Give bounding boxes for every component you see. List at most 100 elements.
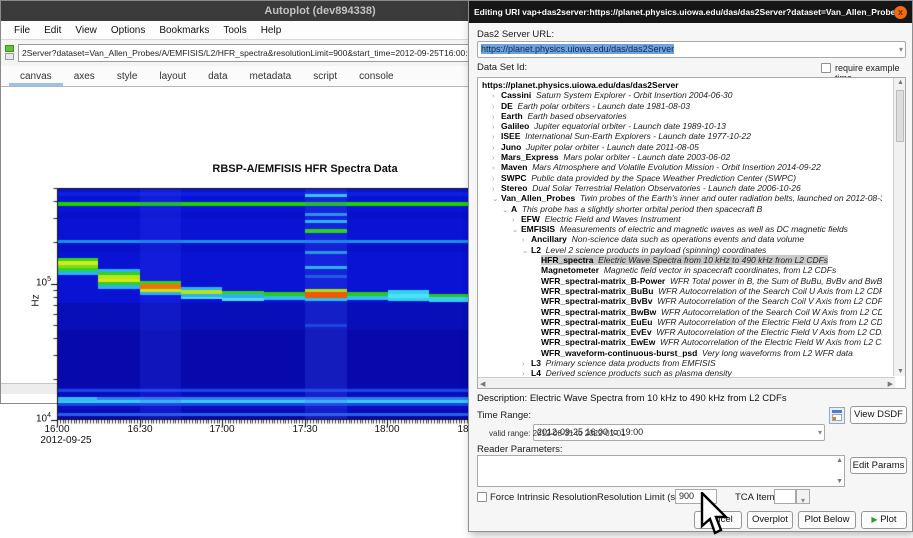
tree-item-wfr-spectral-matrix-bvbv[interactable]: WFR_spectral-matrix_BvBv WFR Autocorrela… [478,296,882,306]
tree-item-wfr-spectral-matrix-eueu[interactable]: WFR_spectral-matrix_EuEu WFR Autocorrela… [478,317,882,327]
menu-help[interactable]: Help [254,25,289,36]
expanded-arrow-icon[interactable]: ⌄ [512,225,521,234]
tree-item-swpc[interactable]: ›SWPC Public data provided by the Space … [478,173,882,183]
tree-item-wfr-spectral-matrix-evev[interactable]: WFR_spectral-matrix_EvEv WFR Autocorrela… [478,327,882,337]
menu-options[interactable]: Options [104,25,152,36]
scroll-right-icon[interactable]: ▶ [888,380,893,388]
tree-item-name: DE [501,101,513,111]
tree-item-efw[interactable]: ›EFW Electric Field and Waves Instrument [478,214,882,224]
menu-bookmarks[interactable]: Bookmarks [152,25,216,36]
tab-axes[interactable]: axes [63,68,106,86]
menu-edit[interactable]: Edit [37,25,68,36]
tree-item-stereo[interactable]: ›Stereo Dual Solar Terrestrial Relation … [478,183,882,193]
tree-item-earth[interactable]: ›Earth Earth based observatories [478,111,882,121]
tree-item-maven[interactable]: ›Maven Mars Atmosphere and Volatile Evol… [478,162,882,172]
tree-item-name: L3 [531,358,541,368]
expanded-arrow-icon[interactable]: ⌄ [522,246,531,255]
x-tick-label: 16:00 [44,424,69,435]
tree-item-name: https://planet.physics.uiowa.edu/das/das… [482,80,679,90]
tree-item-name: WFR_spectral-matrix_EuEu [541,317,652,327]
y-tick-label: 104 [36,412,51,424]
collapsed-arrow-icon[interactable]: › [492,132,501,141]
collapsed-arrow-icon[interactable]: › [492,184,501,193]
tree-item-mars-express[interactable]: ›Mars_Express Mars polar orbiter - Launc… [478,152,882,162]
tree-item-de[interactable]: ›DE Earth polar orbiters - Launch date 1… [478,101,882,111]
tree-vertical-scrollbar[interactable]: ▲ ▼ [893,78,905,376]
view-dsdf-button[interactable]: View DSDF [850,406,907,424]
collapsed-arrow-icon[interactable]: › [492,153,501,162]
scroll-up-icon[interactable]: ▲ [836,457,843,464]
tree-item-wfr-waveform-continuous-burst-psd[interactable]: WFR_waveform-continuous-burst_psd Very l… [478,348,882,358]
tree-item-wfr-spectral-matrix-ewew[interactable]: WFR_spectral-matrix_EwEw WFR Autocorrela… [478,337,882,347]
tree-item-https-planet-physics-uiowa-edu-das-das2server[interactable]: https://planet.physics.uiowa.edu/das/das… [478,80,882,90]
tree-item-a[interactable]: ⌄A This probe has a slightly shorter orb… [478,204,882,214]
menu-view[interactable]: View [68,25,104,36]
tree-item-cassini[interactable]: ›Cassini Saturn System Explorer - Orbit … [478,90,882,100]
collapsed-arrow-icon[interactable]: › [512,215,521,224]
tab-canvas[interactable]: canvas [9,68,63,86]
scrollbar-thumb[interactable] [896,90,904,142]
tree-item-galileo[interactable]: ›Galileo Jupiter equatorial orbiter - La… [478,121,882,131]
tree-item-isee[interactable]: ›ISEE International Sun-Earth Explorers … [478,131,882,141]
tree-item-description: Twin probes of the Earth's inner and out… [575,193,882,203]
tab-metadata[interactable]: metadata [239,68,303,86]
dataset-tree[interactable]: https://planet.physics.uiowa.edu/das/das… [477,77,906,389]
tab-layout[interactable]: layout [148,68,197,86]
tree-item-name: WFR_spectral-matrix_BuBu [541,286,653,296]
menu-file[interactable]: File [7,25,37,36]
tab-script[interactable]: script [302,68,348,86]
collapsed-arrow-icon[interactable]: › [492,112,501,121]
tree-item-l2[interactable]: ⌄L2 Level 2 science products in payload … [478,245,882,255]
dialog-titlebar[interactable]: Editing URI vap+das2server:https://plane… [469,1,912,23]
close-icon[interactable]: x [894,6,907,19]
expanded-arrow-icon[interactable]: ⌄ [492,194,501,203]
tree-item-l3[interactable]: ›L3 Primary science data products from E… [478,358,882,368]
server-url-combobox[interactable]: https://planet.physics.uiowa.edu/das/das… [477,41,906,58]
tree-item-van-allen-probes[interactable]: ⌄Van_Allen_Probes Twin probes of the Ear… [478,193,882,203]
tree-item-description: WFR Autocorrelation of the Electric Fiel… [655,337,882,347]
tab-console[interactable]: console [348,68,404,86]
chevron-down-icon[interactable]: ▾ [899,42,903,57]
overplot-button[interactable]: Overplot [747,511,793,529]
plot-below-button[interactable]: Plot Below [798,511,856,529]
collapsed-arrow-icon[interactable]: › [522,235,531,244]
collapsed-arrow-icon[interactable]: › [492,174,501,183]
chevron-down-icon[interactable]: ▾ [818,425,822,440]
collapsed-arrow-icon[interactable]: › [492,102,501,111]
collapsed-arrow-icon[interactable]: › [492,143,501,152]
tree-item-wfr-spectral-matrix-b-power[interactable]: WFR_spectral-matrix_B-Power WFR Total po… [478,276,882,286]
reader-params-textarea[interactable]: ▲ ▼ [477,455,845,487]
tree-item-emfisis[interactable]: ⌄EMFISIS Measurements of electric and ma… [478,224,882,234]
tree-item-name: Van_Allen_Probes [501,193,575,203]
expanded-arrow-icon[interactable]: ⌄ [502,205,511,214]
tab-data[interactable]: data [197,68,238,86]
scroll-up-icon[interactable]: ▲ [897,79,904,86]
tree-item-name: EFW [521,214,540,224]
tree-item-wfr-spectral-matrix-bubu[interactable]: WFR_spectral-matrix_BuBu WFR Autocorrela… [478,286,882,296]
tree-item-hfr-spectra[interactable]: HFR_spectra Electric Wave Spectra from 1… [478,255,882,265]
tree-item-magnetometer[interactable]: Magnetometer Magnetic field vector in sp… [478,265,882,275]
tree-horizontal-scrollbar[interactable]: ◀ ▶ [478,377,895,388]
tree-item-juno[interactable]: ›Juno Jupiter polar orbiter - Launch dat… [478,142,882,152]
scroll-down-icon[interactable]: ▼ [897,368,904,375]
calendar-button[interactable] [829,407,845,424]
tree-item-ancillary[interactable]: ›Ancillary Non-science data such as oper… [478,234,882,244]
tca-item-combobox[interactable] [774,489,796,504]
tab-style[interactable]: style [106,68,149,86]
tree-item-description: Earth based observatories [523,111,627,121]
plot-button[interactable]: ▶ Plot [861,511,907,529]
menu-tools[interactable]: Tools [216,25,253,36]
collapsed-arrow-icon[interactable]: › [492,163,501,172]
collapsed-arrow-icon[interactable]: › [522,359,531,368]
collapsed-arrow-icon[interactable]: › [492,91,501,100]
require-example-time-checkbox[interactable] [821,63,831,73]
collapsed-arrow-icon[interactable]: › [492,122,501,131]
force-intrinsic-resolution-label: Force Intrinsic Resolution [490,492,597,503]
edit-params-button[interactable]: Edit Params [850,457,907,474]
force-intrinsic-resolution-checkbox[interactable] [477,492,487,502]
tree-item-wfr-spectral-matrix-bwbw[interactable]: WFR_spectral-matrix_BwBw WFR Autocorrela… [478,307,882,317]
scroll-down-icon[interactable]: ▼ [836,478,843,485]
tree-item-description: Magnetic field vector in spacecraft coor… [599,265,836,275]
tca-dropdown-button[interactable]: ▾ [796,489,810,504]
scroll-left-icon[interactable]: ◀ [480,380,485,388]
